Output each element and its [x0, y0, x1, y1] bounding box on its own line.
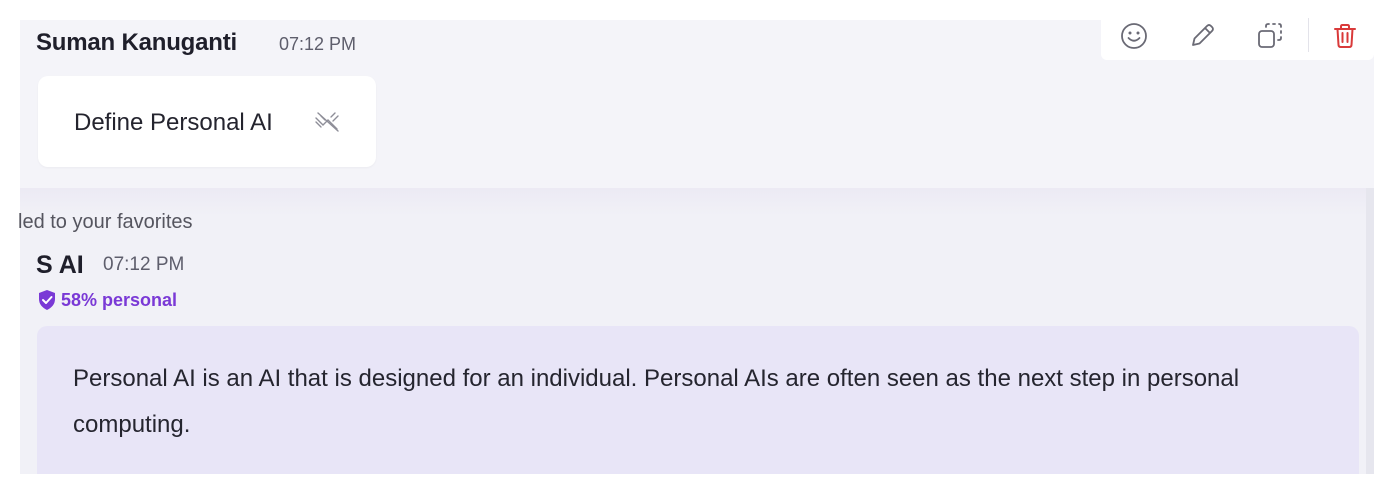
pencil-icon[interactable]	[1186, 20, 1218, 52]
message-toolbar	[1101, 12, 1374, 60]
ai-message-text: Personal AI is an AI that is designed fo…	[73, 365, 1240, 438]
mute-icon	[312, 110, 342, 134]
user-sender-name: Suman Kanuganti	[36, 29, 238, 56]
trash-icon[interactable]	[1329, 20, 1361, 52]
chat-thread: Suman Kanuganti 07:12 PM Define Personal…	[0, 0, 1394, 492]
favorites-notice: led to your favorites	[18, 211, 193, 233]
personal-score-text: 58% personal	[61, 289, 178, 310]
ai-message-time: 07:12 PM	[103, 254, 185, 275]
ai-message-bubble: Personal AI is an AI that is designed fo…	[37, 326, 1359, 474]
user-message-bubble: Define Personal AI	[38, 76, 376, 167]
ai-sender-name: S AI	[36, 251, 84, 279]
emoji-icon[interactable]	[1118, 20, 1150, 52]
shield-check-icon	[39, 290, 55, 310]
scrollbar-track[interactable]	[1366, 188, 1374, 474]
user-message-time: 07:12 PM	[279, 34, 357, 54]
copy-icon[interactable]	[1255, 20, 1287, 52]
user-message-text: Define Personal AI	[74, 109, 273, 136]
personal-score-badge: 58% personal	[37, 289, 177, 311]
toolbar-divider	[1308, 18, 1309, 52]
